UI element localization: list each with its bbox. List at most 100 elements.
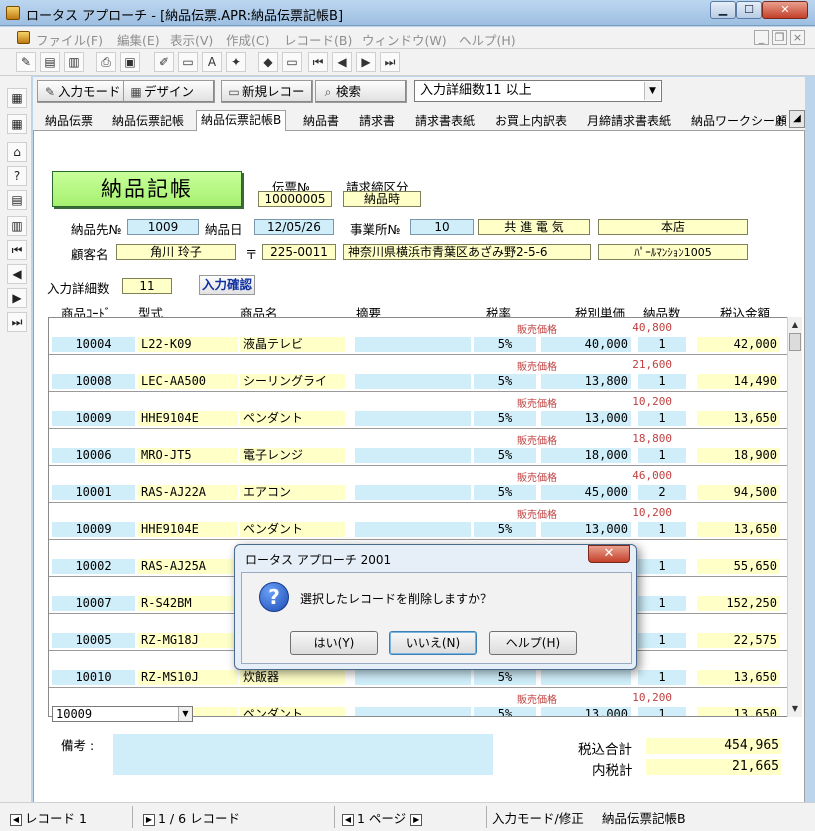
delivery-to-field[interactable]: 1009 (127, 219, 199, 235)
input-mode-button[interactable]: ✎ 入力モード (37, 80, 127, 103)
cell-unit[interactable] (541, 670, 631, 685)
close-button[interactable]: ✕ (762, 1, 808, 19)
cell-code[interactable]: 10007 (52, 596, 135, 611)
tab-delivery-note[interactable]: 納品書 (303, 112, 339, 129)
window-icon[interactable]: ▭ (282, 52, 302, 72)
pen-icon[interactable]: ✐ (154, 52, 174, 72)
confirm-input-button[interactable]: 入力確認 (199, 275, 255, 295)
cell-tax[interactable]: 5% (474, 485, 536, 500)
next-record-icon[interactable]: ▶ (7, 288, 27, 308)
menu-record[interactable]: レコード(B) (284, 30, 352, 49)
cell-qty[interactable]: 1 (638, 374, 686, 389)
help-button[interactable]: ヘルプ(H) (489, 631, 577, 655)
cell-qty[interactable]: 1 (638, 522, 686, 537)
no-button[interactable]: いいえ(N) (389, 631, 477, 655)
cell-memo[interactable] (355, 374, 471, 389)
cell-name[interactable]: シーリングライ (240, 374, 345, 389)
minimize-button[interactable]: ▁ (710, 1, 736, 19)
detail-scrollbar[interactable]: ▲ ▼ (787, 317, 802, 717)
home-icon[interactable]: ⌂ (7, 142, 27, 162)
cell-model[interactable]: HHE9104E (138, 411, 238, 426)
nav-icon-1[interactable]: ▦ (7, 88, 27, 108)
product-code-combo[interactable]: 10009 ▼ (52, 706, 193, 722)
cell-code[interactable]: 10001 (52, 485, 135, 500)
customer-name-field[interactable]: 角川 玲子 (116, 244, 236, 260)
cell-tax[interactable]: 5% (474, 374, 536, 389)
cell-unit[interactable]: 40,000 (541, 337, 631, 352)
cell-code[interactable]: 10010 (52, 670, 135, 685)
cell-qty[interactable]: 1 (638, 596, 686, 611)
print-icon[interactable]: ⎙ (96, 52, 116, 72)
cell-qty[interactable]: 1 (638, 559, 686, 574)
cell-unit[interactable]: 13,000 (541, 411, 631, 426)
menu-window[interactable]: ウィンドウ(W) (362, 30, 447, 49)
table-row[interactable]: 販売価格 21,600 10008 LEC-AA500 シーリングライ 5% 13,800 1… (49, 355, 787, 392)
cell-amount[interactable]: 13,650 (697, 411, 780, 426)
maximize-button[interactable]: ☐ (736, 1, 762, 19)
cell-tax[interactable]: 5% (474, 522, 536, 537)
first-record-icon[interactable]: ⏮ (308, 52, 328, 72)
menu-help[interactable]: ヘルプ(H) (459, 30, 516, 49)
cell-code[interactable]: 10008 (52, 374, 135, 389)
cell-code[interactable]: 10009 (52, 522, 135, 537)
menu-edit[interactable]: 編集(E) (117, 30, 160, 49)
wand-icon[interactable]: ✦ (226, 52, 246, 72)
cell-amount[interactable]: 14,490 (697, 374, 780, 389)
tab-purchase-breakdown[interactable]: お買上内訳表 (495, 112, 567, 129)
view-select[interactable]: 入力詳細数11 以上 ▼ (414, 80, 662, 102)
cell-unit[interactable]: 13,800 (541, 374, 631, 389)
cell-name[interactable]: ペンダント (240, 522, 345, 537)
cell-memo[interactable] (355, 707, 471, 716)
cell-memo[interactable] (355, 522, 471, 537)
cell-name[interactable]: ペンダント (240, 411, 345, 426)
tab-delivery-slip-entry-b[interactable]: 納品伝票記帳B (196, 110, 287, 131)
table-icon[interactable]: ▥ (7, 216, 27, 236)
cell-qty[interactable]: 1 (638, 337, 686, 352)
search-button[interactable]: ⌕ 検索 (315, 80, 407, 103)
delivery-date-field[interactable]: 12/05/26 (254, 219, 334, 235)
billing-field[interactable]: 納品時 (343, 191, 421, 207)
tab-scroll-icon[interactable]: ◢ (789, 110, 805, 128)
menu-file[interactable]: ファイル(F) (36, 30, 103, 49)
doc-icon[interactable] (17, 31, 30, 44)
page-indicator[interactable]: ◀ 1 ページ ▶ (342, 808, 425, 827)
postal-field[interactable]: 225-0011 (262, 244, 336, 260)
list-icon[interactable]: ▤ (7, 190, 27, 210)
cell-memo[interactable] (355, 411, 471, 426)
scroll-thumb[interactable] (789, 333, 801, 351)
office-no-field[interactable]: 10 (410, 219, 474, 235)
menu-view[interactable]: 表示(V) (170, 30, 213, 49)
cell-tax[interactable]: 5% (474, 411, 536, 426)
dialog-close-button[interactable]: ✕ (588, 545, 630, 563)
cell-amount[interactable]: 152,250 (697, 596, 780, 611)
cell-code[interactable]: 10004 (52, 337, 135, 352)
cell-model[interactable]: L22-K09 (138, 337, 238, 352)
new-record-button[interactable]: ▭新規レコード (221, 80, 313, 121)
preview-icon[interactable]: ▣ (120, 52, 140, 72)
yes-button[interactable]: はい(Y) (290, 631, 378, 655)
cell-unit[interactable]: 45,000 (541, 485, 631, 500)
design-button[interactable]: ▦ デザイン (123, 80, 215, 103)
cell-tax[interactable]: 5% (474, 448, 536, 463)
cell-model[interactable]: RAS-AJ25A (138, 559, 238, 574)
table-row[interactable]: 販売価格 10,200 10009 HHE9104E ペンダント 5% 13,000 1 13,… (49, 503, 787, 540)
cell-tax[interactable]: 5% (474, 670, 536, 685)
slip-no-field[interactable]: 10000005 (258, 191, 332, 207)
table-row[interactable]: 販売価格 46,000 10001 RAS-AJ22A エアコン 5% 45,000 2 94,… (49, 466, 787, 503)
chevron-down-icon[interactable]: ▼ (178, 707, 192, 721)
record-count[interactable]: ▶ 1 / 6 レコード (143, 808, 240, 827)
cell-model[interactable]: HHE9104E (138, 522, 238, 537)
cell-name[interactable]: 炊飯器 (240, 670, 345, 685)
new-file-icon[interactable]: ✎ (16, 52, 36, 72)
next-record-icon[interactable]: ▶ (356, 52, 376, 72)
cell-memo[interactable] (355, 448, 471, 463)
table-row[interactable]: 販売価格 40,800 10004 L22-K09 液晶テレビ 5% 40,000 1 42,0… (49, 318, 787, 355)
cell-amount[interactable]: 55,650 (697, 559, 780, 574)
table-row[interactable]: 販売価格 10,200 10009 HHE9104E ペンダント 5% 13,000 1 13,… (49, 392, 787, 429)
cell-code[interactable]: 10002 (52, 559, 135, 574)
remarks-field[interactable] (113, 734, 493, 775)
cell-qty[interactable]: 1 (638, 670, 686, 685)
cell-unit[interactable]: 18,000 (541, 448, 631, 463)
tab-delivery-slip-entry[interactable]: 納品伝票記帳 (112, 112, 184, 129)
cell-amount[interactable]: 94,500 (697, 485, 780, 500)
